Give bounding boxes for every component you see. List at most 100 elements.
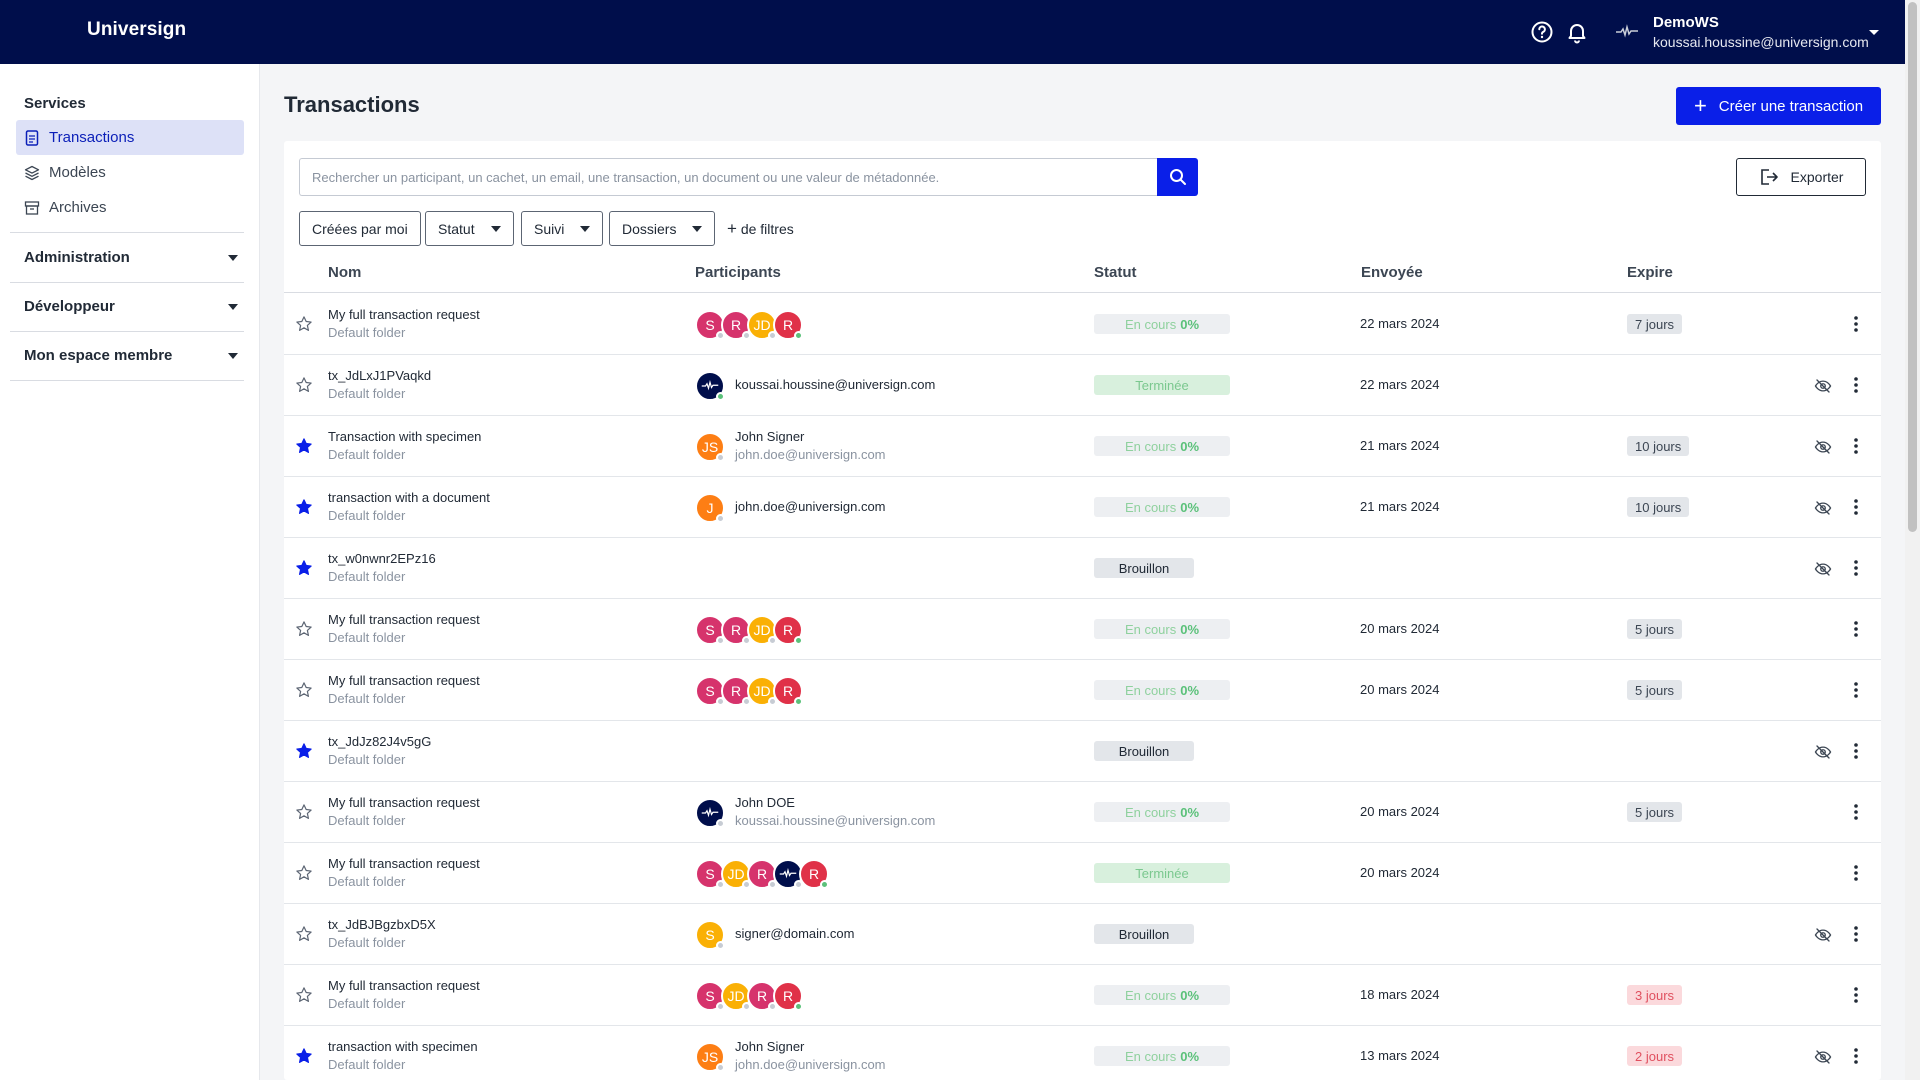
avatar[interactable]: JS	[695, 432, 725, 462]
avatar[interactable]: S	[695, 920, 725, 950]
more-options-icon[interactable]	[1854, 1046, 1858, 1066]
star-icon[interactable]	[295, 1047, 313, 1065]
table-row[interactable]: My full transaction request Default folde…	[284, 294, 1881, 355]
star-icon[interactable]	[295, 498, 313, 516]
column-name[interactable]: Nom	[328, 264, 361, 281]
avatar[interactable]: R	[773, 676, 803, 706]
filter-created-by-me[interactable]: Créées par moi	[299, 211, 421, 246]
more-options-icon[interactable]	[1854, 680, 1858, 700]
participant-avatars[interactable]: S JD R R	[695, 859, 829, 889]
more-options-icon[interactable]	[1854, 497, 1858, 517]
column-sent[interactable]: Envoyée	[1361, 264, 1423, 281]
more-options-icon[interactable]	[1854, 558, 1858, 578]
transaction-name[interactable]: tx_JdJz82J4v5gG	[328, 734, 431, 749]
star-icon[interactable]	[295, 559, 313, 577]
sidebar-section-espace-membre[interactable]: Mon espace membre	[24, 347, 238, 364]
more-options-icon[interactable]	[1854, 863, 1858, 883]
transaction-name[interactable]: tx_JdBJBgzbxD5X	[328, 917, 436, 932]
more-options-icon[interactable]	[1854, 985, 1858, 1005]
more-options-icon[interactable]	[1854, 619, 1858, 639]
eye-off-icon[interactable]	[1814, 560, 1832, 578]
star-icon[interactable]	[295, 681, 313, 699]
more-options-icon[interactable]	[1854, 924, 1858, 944]
transaction-name[interactable]: Transaction with specimen	[328, 429, 481, 444]
avatar[interactable]: JS	[695, 1042, 725, 1072]
star-icon[interactable]	[295, 376, 313, 394]
table-row[interactable]: transaction with a document Default folde…	[284, 477, 1881, 538]
table-row[interactable]: tx_JdBJBgzbxD5X Default folder Ssigner@dom…	[284, 904, 1881, 965]
transaction-name[interactable]: My full transaction request	[328, 307, 480, 322]
more-options-icon[interactable]	[1854, 802, 1858, 822]
bell-icon[interactable]	[1565, 20, 1589, 44]
table-row[interactable]: My full transaction request Default folde…	[284, 782, 1881, 843]
table-row[interactable]: My full transaction request Default folde…	[284, 843, 1881, 904]
filter-folders[interactable]: Dossiers	[609, 211, 716, 246]
table-row[interactable]: tx_w0nwnr2EPz16 Default folder Brouillon	[284, 538, 1881, 599]
star-icon[interactable]	[295, 620, 313, 638]
transaction-name[interactable]: My full transaction request	[328, 673, 480, 688]
avatar[interactable]: J	[695, 493, 725, 523]
sidebar-section-developpeur[interactable]: Développeur	[24, 298, 238, 315]
column-status[interactable]: Statut	[1094, 264, 1137, 281]
eye-off-icon[interactable]	[1814, 1048, 1832, 1066]
eye-off-icon[interactable]	[1814, 499, 1832, 517]
table-row[interactable]: tx_JdJz82J4v5gG Default folder Brouillon	[284, 721, 1881, 782]
help-icon[interactable]	[1530, 20, 1554, 44]
eye-off-icon[interactable]	[1814, 743, 1832, 761]
eye-off-icon[interactable]	[1814, 377, 1832, 395]
table-row[interactable]: My full transaction request Default folde…	[284, 965, 1881, 1026]
transaction-name[interactable]: My full transaction request	[328, 978, 480, 993]
avatar[interactable]: R	[773, 615, 803, 645]
more-filters-button[interactable]: + de filtres	[727, 219, 794, 239]
participant-avatars[interactable]: J	[695, 493, 725, 523]
transaction-name[interactable]: transaction with specimen	[328, 1039, 478, 1054]
eye-off-icon[interactable]	[1814, 438, 1832, 456]
workspace-logo-icon[interactable]	[1615, 22, 1639, 42]
sidebar-item-archives[interactable]: Archives	[16, 190, 244, 225]
star-icon[interactable]	[295, 986, 313, 1004]
create-transaction-button[interactable]: + Créer une transaction	[1676, 87, 1881, 125]
table-row[interactable]: My full transaction request Default folde…	[284, 599, 1881, 660]
avatar[interactable]: R	[773, 981, 803, 1011]
transaction-name[interactable]: tx_w0nwnr2EPz16	[328, 551, 436, 566]
participant-avatars[interactable]: S R JD R	[695, 310, 803, 340]
transaction-name[interactable]: My full transaction request	[328, 612, 480, 627]
chevron-down-icon[interactable]	[1868, 26, 1880, 38]
participant-avatars[interactable]: JS	[695, 1042, 725, 1072]
transaction-name[interactable]: transaction with a document	[328, 490, 490, 505]
search-input[interactable]: Rechercher un participant, un cachet, un…	[299, 158, 1159, 196]
table-row[interactable]: tx_JdLxJ1PVaqkd Default folder koussai.hou…	[284, 355, 1881, 416]
star-icon[interactable]	[295, 437, 313, 455]
avatar[interactable]	[695, 798, 725, 828]
avatar[interactable]	[695, 371, 725, 401]
star-icon[interactable]	[295, 925, 313, 943]
column-expires[interactable]: Expire	[1627, 264, 1673, 281]
sidebar-item-transactions[interactable]: Transactions	[16, 120, 244, 155]
participant-avatars[interactable]: S	[695, 920, 725, 950]
more-options-icon[interactable]	[1854, 375, 1858, 395]
transaction-name[interactable]: My full transaction request	[328, 795, 480, 810]
sidebar-item-modeles[interactable]: Modèles	[16, 155, 244, 190]
star-icon[interactable]	[295, 803, 313, 821]
brand-logo[interactable]: Universign	[87, 19, 186, 41]
table-row[interactable]: My full transaction request Default folde…	[284, 660, 1881, 721]
participant-avatars[interactable]	[695, 798, 725, 828]
avatar[interactable]: R	[773, 310, 803, 340]
search-button[interactable]	[1157, 158, 1198, 196]
more-options-icon[interactable]	[1854, 741, 1858, 761]
filter-status[interactable]: Statut	[425, 211, 514, 246]
participant-avatars[interactable]: S R JD R	[695, 676, 803, 706]
participant-avatars[interactable]: S JD R R	[695, 981, 803, 1011]
vertical-scrollbar[interactable]	[1905, 0, 1920, 1080]
transaction-name[interactable]: tx_JdLxJ1PVaqkd	[328, 368, 431, 383]
scrollbar-thumb[interactable]	[1908, 2, 1917, 532]
workspace-name[interactable]: DemoWS	[1653, 14, 1719, 31]
more-options-icon[interactable]	[1854, 436, 1858, 456]
table-row[interactable]: transaction with specimen Default folder J…	[284, 1026, 1881, 1080]
sidebar-section-administration[interactable]: Administration	[24, 249, 238, 266]
star-icon[interactable]	[295, 864, 313, 882]
star-icon[interactable]	[295, 315, 313, 333]
participant-avatars[interactable]: S R JD R	[695, 615, 803, 645]
export-button[interactable]: Exporter	[1736, 158, 1866, 196]
avatar[interactable]: R	[799, 859, 829, 889]
